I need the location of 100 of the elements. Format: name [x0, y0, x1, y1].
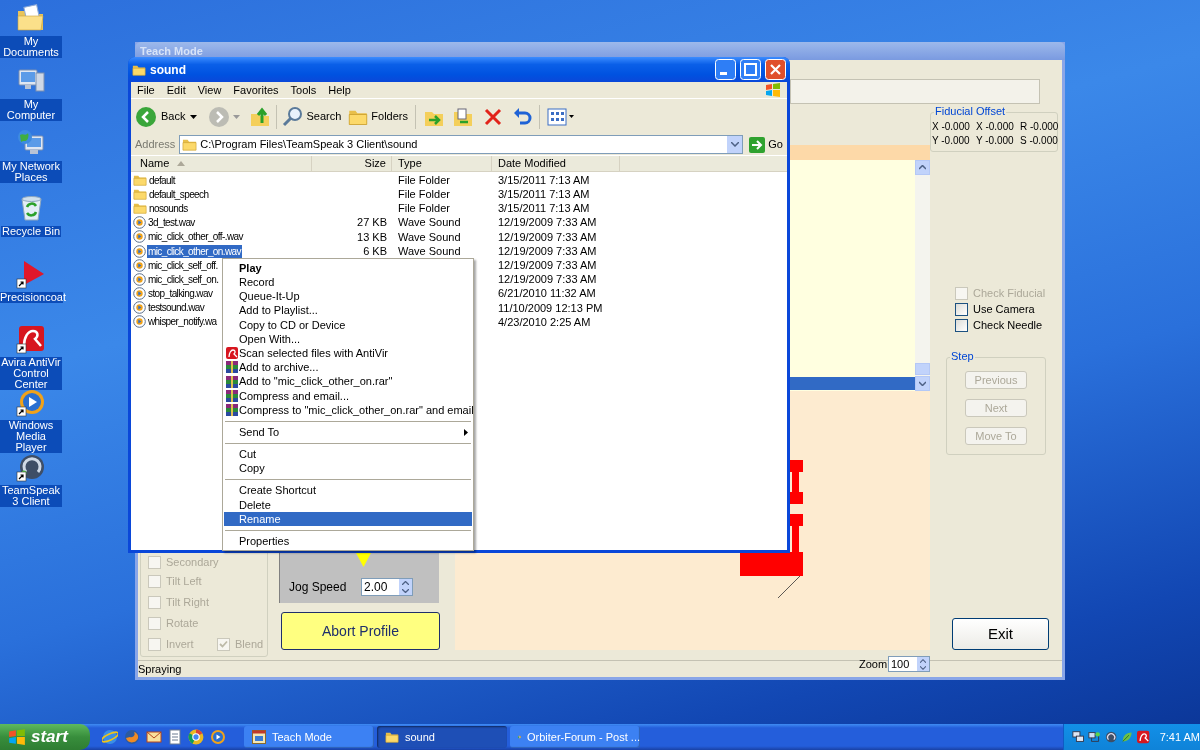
file-name[interactable]: mic_click_self_on.: [147, 272, 220, 286]
file-name[interactable]: mic_click_self_off.: [147, 258, 219, 272]
delete-icon[interactable]: [483, 106, 503, 127]
up-folder-icon[interactable]: [249, 105, 272, 128]
folders-button[interactable]: Folders: [348, 106, 408, 127]
menu-item[interactable]: Properties: [224, 534, 472, 549]
desktop-icon-label[interactable]: Avira AntiVir Control Center: [0, 357, 62, 390]
document-icon[interactable]: [168, 729, 182, 745]
spin-up-icon[interactable]: [402, 581, 409, 585]
copy-to-folder-icon[interactable]: [452, 105, 474, 128]
file-name[interactable]: nosounds: [148, 201, 189, 215]
file-size: 27 KB: [357, 215, 387, 231]
menu-item[interactable]: Add to Playlist...: [224, 303, 472, 318]
taskbar-button[interactable]: Orbiter-Forum - Post ...: [510, 726, 640, 748]
taskbar-button[interactable]: Teach Mode: [244, 726, 374, 748]
desktop-icon-label[interactable]: My Documents: [0, 36, 62, 58]
computers-icon[interactable]: [1072, 730, 1085, 744]
menu-item[interactable]: View: [191, 83, 228, 97]
file-type: File Folder: [398, 201, 450, 217]
headset-icon[interactable]: [16, 452, 46, 482]
column-header[interactable]: Type: [392, 156, 492, 171]
taskbar-button[interactable]: sound: [377, 726, 507, 748]
menu-item[interactable]: Play: [224, 261, 472, 276]
network-icon[interactable]: [1088, 730, 1101, 744]
desktop-icon-label[interactable]: Recycle Bin: [0, 226, 62, 237]
menu-item[interactable]: Add to "mic_click_other_on.rar": [224, 374, 472, 389]
back-button[interactable]: Back: [135, 105, 188, 128]
spin-box[interactable]: 100: [888, 656, 930, 672]
desktop-icon-label[interactable]: Windows Media Player: [0, 420, 62, 453]
desktop-icon-label[interactable]: My Network Places: [0, 161, 62, 183]
spin-box[interactable]: 2.00: [361, 578, 413, 596]
column-header[interactable]: Name: [131, 156, 312, 171]
menu-item[interactable]: Record: [224, 275, 472, 290]
menu-item[interactable]: Create Shortcut: [224, 483, 472, 498]
menu-item[interactable]: Compress and email...: [224, 388, 472, 403]
checkbox[interactable]: [955, 302, 968, 316]
menu-item[interactable]: Add to archive...: [224, 360, 472, 375]
desktop-icon-label[interactable]: TeamSpeak 3 Client: [0, 485, 62, 507]
menu-item[interactable]: File: [131, 83, 161, 97]
abort-profile-button[interactable]: Abort Profile: [281, 612, 440, 650]
globe-icon[interactable]: [102, 729, 118, 745]
menu-item[interactable]: Help: [322, 83, 357, 97]
books-icon: [226, 403, 238, 416]
scroll-thumb[interactable]: [915, 363, 930, 375]
minimize-icon[interactable]: [715, 59, 736, 80]
menu-item[interactable]: Open With...: [224, 331, 472, 347]
file-date: 12/19/2009 7:33 AM: [498, 215, 597, 231]
file-name[interactable]: testsound.wav: [147, 301, 206, 315]
undo-icon[interactable]: [512, 106, 532, 127]
file-name[interactable]: stop_talking.wav: [147, 287, 214, 301]
go-button[interactable]: Go: [747, 136, 785, 153]
headset-icon[interactable]: [1104, 730, 1117, 744]
file-name[interactable]: mic_click_other_on.wav: [147, 244, 242, 258]
desktop-icon-label[interactable]: My Computer: [0, 99, 62, 121]
address-field[interactable]: C:\Program Files\TeamSpeak 3 Client\sound: [179, 135, 744, 154]
caret-icon[interactable]: [190, 114, 198, 119]
scroll-up-icon[interactable]: [919, 165, 926, 170]
fox-globe-icon[interactable]: [124, 729, 140, 745]
close-icon[interactable]: [765, 59, 786, 80]
file-name[interactable]: mic_click_other_off-.wav: [147, 230, 244, 244]
menu-item[interactable]: Edit: [160, 83, 192, 97]
exit-button[interactable]: Exit: [952, 618, 1049, 650]
menu-item[interactable]: Compress to "mic_click_other_on.rar" and email: [224, 402, 472, 418]
column-header[interactable]: Size: [312, 156, 392, 171]
maximize-icon[interactable]: [740, 59, 761, 80]
umbrella-logo-icon[interactable]: [1137, 730, 1150, 744]
checkbox[interactable]: [955, 318, 968, 332]
file-type: File Folder: [398, 172, 450, 188]
menu-item[interactable]: Tools: [284, 83, 323, 97]
dropdown-caret-icon[interactable]: [730, 142, 739, 147]
views-icon[interactable]: [547, 107, 575, 126]
play-disc-icon[interactable]: [210, 729, 226, 745]
file-name[interactable]: 3d_test.wav: [147, 216, 196, 230]
menu-item[interactable]: Delete: [224, 497, 472, 512]
triangle-icon[interactable]: [16, 259, 46, 289]
folder-icon[interactable]: [16, 3, 46, 33]
spin-up-icon[interactable]: [920, 658, 926, 663]
play-disc-icon[interactable]: [16, 387, 46, 417]
offset-reading: R -0.000: [1020, 120, 1058, 133]
menu-item[interactable]: Queue-It-Up: [224, 289, 472, 304]
clock: 7:41 AM: [1159, 729, 1200, 745]
spin-down-icon[interactable]: [402, 589, 409, 593]
menu-item[interactable]: Favorites: [227, 83, 285, 97]
file-name[interactable]: default_speech: [148, 187, 210, 201]
file-name[interactable]: whisper_notify.wa: [147, 315, 218, 329]
menu-item[interactable]: Scan selected files with AntiVir: [224, 346, 472, 361]
scrollbar[interactable]: [915, 160, 930, 391]
file-name[interactable]: default: [148, 173, 176, 187]
column-header[interactable]: Date Modified: [492, 156, 620, 171]
menu-item[interactable]: Copy: [224, 461, 472, 476]
menu-item[interactable]: Cut: [224, 447, 472, 462]
mail-icon[interactable]: [146, 729, 162, 745]
menu-item[interactable]: Copy to CD or Device: [224, 317, 472, 332]
umbrella-logo-icon[interactable]: [16, 324, 46, 354]
spin-down-icon[interactable]: [920, 665, 926, 670]
scroll-down-icon[interactable]: [919, 381, 926, 386]
menu-item[interactable]: Rename: [224, 512, 472, 527]
search-button[interactable]: Search: [282, 105, 342, 128]
start-button[interactable]: start: [0, 724, 90, 750]
menu-item[interactable]: Send To: [224, 425, 472, 440]
